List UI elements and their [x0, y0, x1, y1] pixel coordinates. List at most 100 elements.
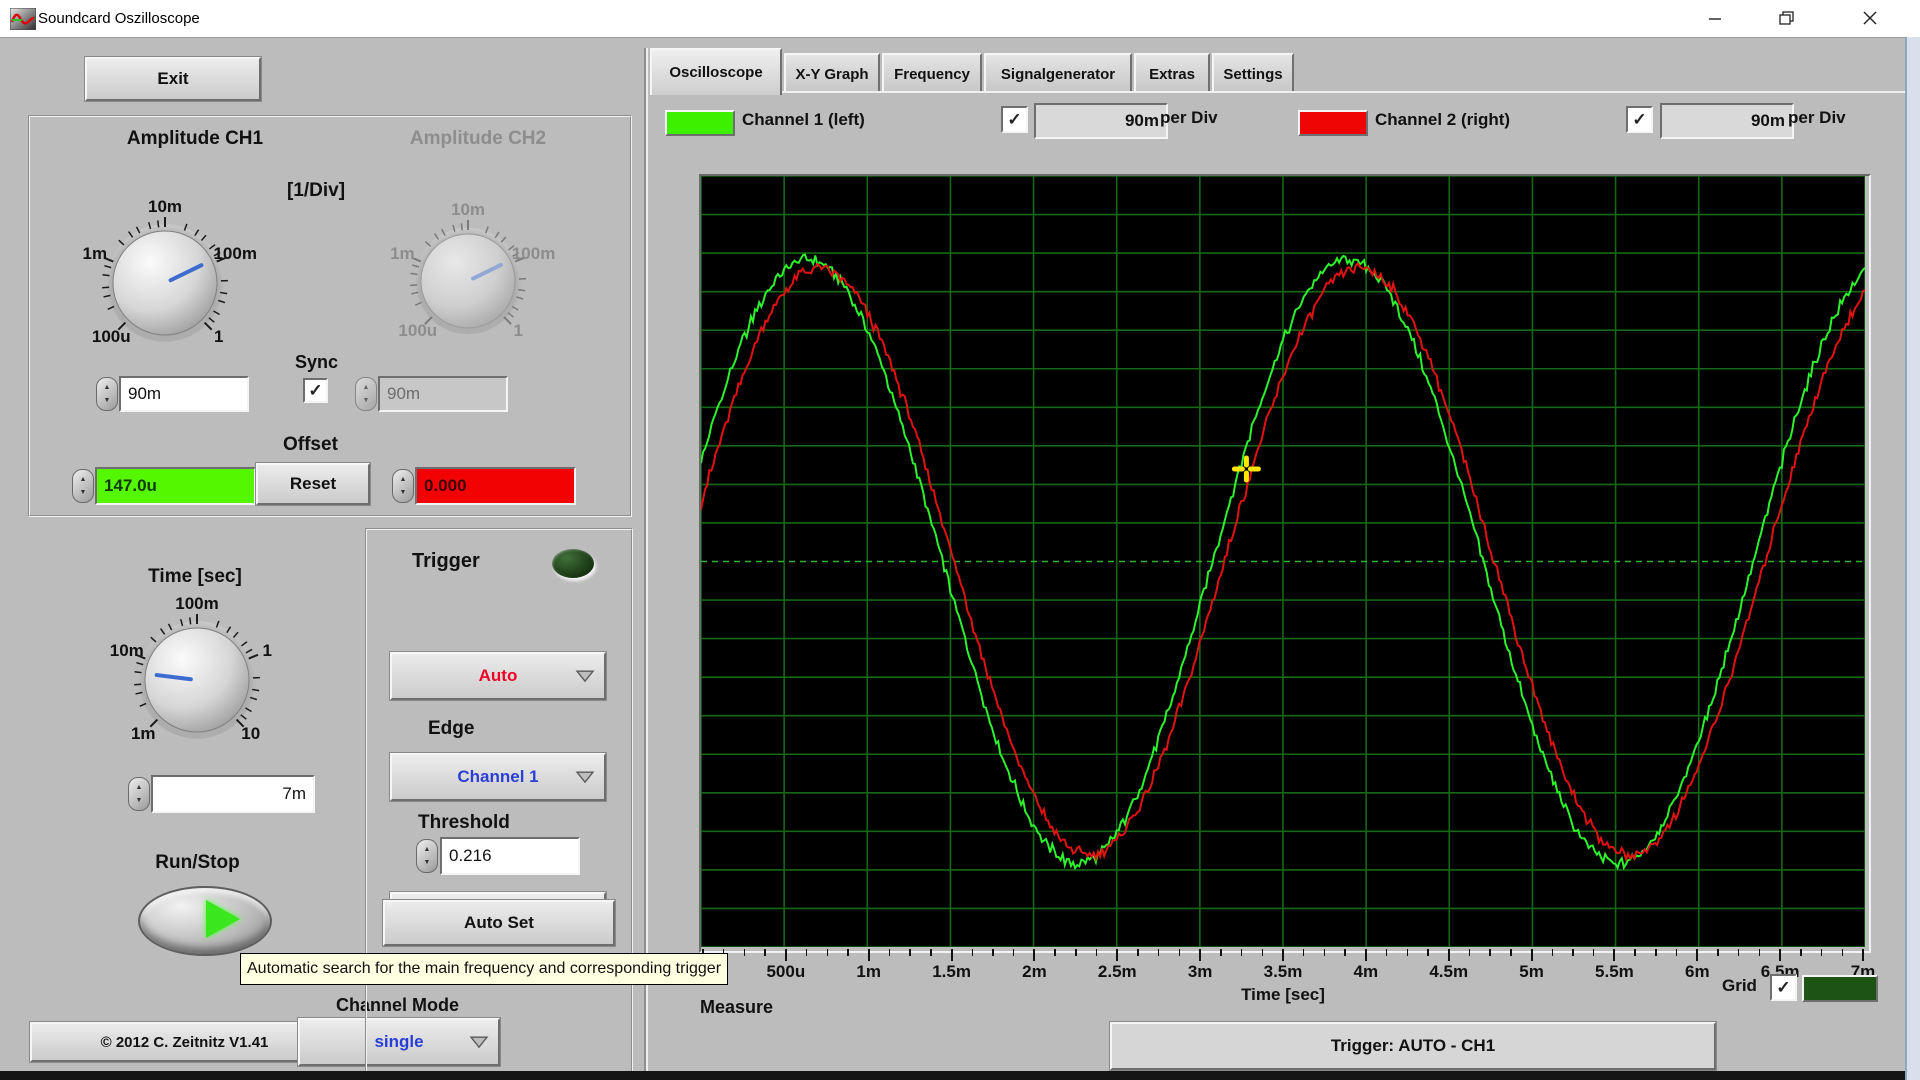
tab-x-y-graph[interactable]: X-Y Graph [784, 53, 880, 93]
axis-tick [805, 949, 808, 956]
offset-ch1-field[interactable]: 147.0u [95, 467, 256, 505]
dial-label: 1 [513, 321, 523, 341]
axis-tick [764, 949, 766, 956]
axis-tick [1199, 949, 1202, 961]
axis-tick [1220, 949, 1222, 956]
threshold-value: 0.216 [449, 846, 492, 865]
run-stop-button[interactable] [138, 886, 272, 956]
x-tick-label: 3m [1187, 962, 1213, 981]
axis-tick [1530, 949, 1533, 961]
channel1-perdiv-field[interactable]: 90m [1034, 103, 1168, 139]
amplitude-ch1-spinner[interactable]: ▲ ▼ [96, 377, 118, 411]
x-axis-labels: 0500u1m1.5m2m2.5m3m3.5m4m4.5m5m5.5m6m6.5… [698, 962, 1875, 984]
scope-display[interactable] [701, 176, 1865, 947]
grid-checkbox[interactable]: ✓ [1770, 974, 1797, 1001]
exit-button-label: Exit [157, 69, 189, 88]
measure-label: Measure [700, 997, 774, 1017]
axis-tick [1489, 949, 1491, 956]
offset-ch1-spinner[interactable]: ▲ ▼ [72, 469, 94, 503]
sync-checkbox[interactable]: ✓ [303, 378, 328, 403]
x-tick-label: 5m [1519, 962, 1544, 981]
axis-tick [1012, 949, 1015, 956]
time-spinner[interactable]: ▲ ▼ [128, 777, 150, 811]
x-tick-label: 3.5m [1263, 962, 1303, 981]
grid-color-swatch[interactable] [1802, 975, 1878, 1002]
amplitude-ch1-value-field[interactable]: 90m [119, 376, 249, 412]
x-tick-label: 2m [1022, 962, 1047, 981]
offset-reset-button[interactable]: Reset [256, 463, 370, 505]
axis-tick [1592, 949, 1595, 956]
tab-label: Extras [1149, 65, 1195, 83]
play-icon [206, 900, 240, 938]
axis-tick [1261, 949, 1264, 956]
trigger-title: Trigger [412, 550, 480, 572]
chevron-down-icon [575, 670, 595, 683]
dial-label: 1 [214, 326, 224, 346]
tab-page-top-edge [652, 91, 1905, 93]
x-axis-title: Time [sec] [1241, 985, 1325, 1004]
minimize-icon [1709, 18, 1721, 20]
axis-tick [1137, 949, 1139, 956]
chevron-down-icon [575, 771, 595, 784]
axis-tick [1075, 949, 1077, 956]
tab-frequency[interactable]: Frequency [882, 53, 982, 93]
axis-tick [1468, 949, 1471, 956]
minimize-button[interactable] [1680, 0, 1750, 36]
threshold-label: Threshold [418, 812, 510, 833]
axis-tick [1427, 949, 1429, 956]
offset-ch2-field[interactable]: 0.000 [415, 467, 576, 505]
trigger-status-bar: Trigger: AUTO - CH1 [1110, 1022, 1716, 1070]
dial-label: 1m [82, 243, 108, 263]
axis-tick [1717, 949, 1719, 956]
threshold-spinner[interactable]: ▲ ▼ [416, 839, 438, 873]
dial-label: 100u [398, 321, 438, 341]
close-icon [1863, 11, 1877, 25]
close-button[interactable] [1830, 0, 1910, 36]
edge-label: Edge [428, 718, 475, 739]
copyright-text: © 2012 C. Zeitnitz V1.41 [100, 1033, 269, 1051]
dial-label: 1m [130, 723, 156, 743]
x-tick-label: 1m [856, 962, 881, 981]
time-value-field[interactable]: 7m [151, 775, 315, 813]
channel2-enable-checkbox[interactable]: ✓ [1626, 106, 1653, 133]
time-knob[interactable]: 1m 10m 100m 1 10 [110, 594, 279, 762]
amplitude-ch2-value: 90m [387, 384, 421, 403]
axis-tick [1323, 949, 1326, 956]
grid-label: Grid [1722, 976, 1757, 995]
axis-tick [1758, 949, 1761, 956]
axis-tick [1572, 949, 1574, 956]
x-tick-label: 6m [1684, 962, 1710, 981]
offset-ch1-value: 147.0u [104, 476, 157, 495]
dial-label: 10m [147, 197, 183, 216]
app-icon [10, 8, 36, 30]
axis-tick [1095, 949, 1098, 956]
axis-tick [1054, 949, 1056, 956]
x-tick-label: 1.5m [932, 962, 971, 981]
trigger-mode-value: Auto [478, 666, 518, 685]
trigger-mode-dropdown[interactable]: Auto [390, 652, 606, 700]
amplitude-ch2-knob[interactable]: 100u 1m 10m 100m 1 [390, 200, 555, 358]
tab-settings[interactable]: Settings [1212, 53, 1294, 93]
auto-set-button[interactable]: Auto Set [383, 900, 615, 946]
channel1-enable-checkbox[interactable]: ✓ [1001, 106, 1028, 133]
axis-tick [867, 949, 870, 961]
offset-label: Offset [283, 434, 338, 455]
tab-extras[interactable]: Extras [1134, 53, 1210, 93]
amplitude-ch1-knob[interactable]: 100u 1m 10m 100m 1 [82, 197, 256, 365]
x-tick-label: 5.5m [1595, 962, 1634, 981]
amplitude-ch2-spinner[interactable]: ▲ ▼ [355, 377, 377, 411]
window-right-edge [1905, 37, 1920, 1080]
trigger-source-dropdown[interactable]: Channel 1 [390, 753, 606, 801]
dial-label: 1m [390, 243, 415, 263]
threshold-field[interactable]: 0.216 [440, 837, 580, 875]
x-tick-label: 500u [766, 962, 806, 981]
channel1-label: Channel 1 (left) [742, 110, 865, 129]
restore-button[interactable] [1752, 0, 1822, 36]
tab-oscilloscope[interactable]: Oscilloscope [650, 48, 782, 95]
channel2-perdiv-field[interactable]: 90m [1660, 103, 1794, 139]
tab-signalgenerator[interactable]: Signalgenerator [984, 53, 1132, 93]
copyright-bar: © 2012 C. Zeitnitz V1.41 [30, 1022, 339, 1062]
amplitude-ch2-value-field[interactable]: 90m [378, 376, 508, 412]
offset-ch2-spinner[interactable]: ▲ ▼ [392, 469, 414, 503]
exit-button[interactable]: Exit [85, 57, 261, 101]
